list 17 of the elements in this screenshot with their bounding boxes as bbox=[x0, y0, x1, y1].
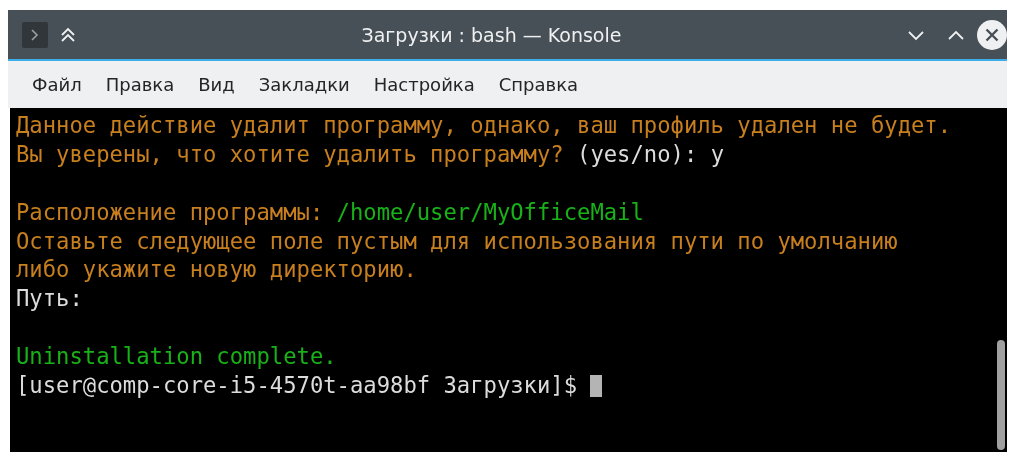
terminal-text: (yes/no): y bbox=[577, 140, 724, 167]
menu-item[interactable]: Вид bbox=[188, 70, 245, 99]
terminal-text: Вы уверены, что хотите удалить программу? bbox=[16, 140, 565, 167]
shell-prompt: [user@comp-core-i5-4570t-aa98bf Загрузки]$ bbox=[16, 372, 579, 398]
menu-item[interactable]: Файл bbox=[22, 70, 92, 99]
terminal-text: Расположение программы: bbox=[16, 198, 325, 225]
menu-item[interactable]: Настройка bbox=[363, 70, 485, 99]
terminal-text: Данное действие удалит программу, однако, ваш профиль удален не будет. bbox=[16, 112, 952, 138]
menu-item[interactable]: Закладки bbox=[248, 70, 360, 99]
terminal-text: Uninstallation complete. bbox=[16, 343, 337, 370]
terminal-text: либо укажите новую директорию. bbox=[16, 256, 417, 283]
terminal-text: Путь: bbox=[16, 285, 83, 312]
window-title: Загрузки : bash — Konsole bbox=[360, 23, 623, 46]
menu-item[interactable]: Правка bbox=[95, 70, 185, 99]
terminal-text: Оставьте следующее поле пустым для использования пути по умолчанию bbox=[16, 227, 898, 254]
terminal-text: /home/user/MyOfficeMail bbox=[336, 198, 644, 225]
menu-item[interactable]: Справка bbox=[488, 70, 589, 99]
